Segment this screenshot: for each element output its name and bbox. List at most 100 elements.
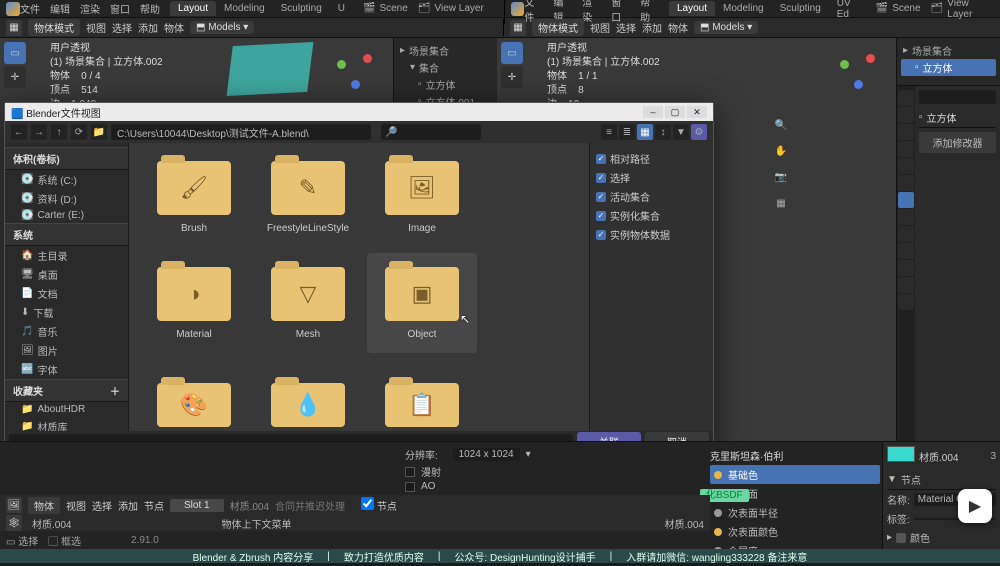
- channel-row[interactable]: 次表面半径: [710, 503, 880, 522]
- nav-up-icon[interactable]: ↑: [51, 124, 67, 140]
- prop-tab-output[interactable]: [898, 107, 914, 123]
- nav-back-icon[interactable]: ←: [11, 124, 27, 140]
- menu-edit[interactable]: 编辑: [50, 1, 70, 16]
- volume-item[interactable]: 💽 资料 (D:): [5, 189, 128, 208]
- mode-dd[interactable]: 物体: [28, 497, 60, 514]
- scene-selector[interactable]: 🎬 Scene: [363, 3, 408, 14]
- folder-object[interactable]: ▣Object: [367, 253, 477, 353]
- zoom-icon[interactable]: 🔍: [772, 116, 790, 134]
- folder-mesh[interactable]: ▽Mesh: [253, 253, 363, 353]
- prop-tab-render[interactable]: [898, 90, 914, 106]
- resolution-row[interactable]: 分辨率: 1024 x 1024 ▾: [405, 446, 555, 463]
- outliner-item-2[interactable]: ▫ 立方体: [901, 59, 996, 76]
- tab-uv[interactable]: U: [330, 1, 353, 16]
- opt-select[interactable]: ✓选择: [596, 168, 707, 187]
- viewlayer-selector[interactable]: 🗂 View Layer: [418, 3, 484, 14]
- node-section-title[interactable]: 节点: [901, 472, 921, 487]
- editor-type-icon[interactable]: 🖼: [6, 497, 22, 513]
- sidebar-section-favorites[interactable]: 收藏夹＋: [5, 379, 128, 402]
- file-search[interactable]: 🔎: [381, 124, 481, 140]
- tool-box[interactable]: ▢ 框选: [48, 533, 81, 548]
- opt-active-coll[interactable]: ✓活动集合: [596, 187, 707, 206]
- grid-icon[interactable]: ▦: [772, 194, 790, 212]
- matname[interactable]: 材质.004: [32, 516, 71, 531]
- property-search[interactable]: [919, 90, 996, 104]
- nav-fwd-icon[interactable]: →: [31, 124, 47, 140]
- path-field[interactable]: C:\Users\10044\Desktop\测试文件-A.blend\: [111, 124, 371, 140]
- context-menu-link[interactable]: 物体上下文菜单: [221, 516, 291, 531]
- editor-type-icon[interactable]: ▦: [510, 20, 526, 36]
- bake-opt[interactable]: 漫射: [405, 463, 555, 480]
- bake-opt[interactable]: AO: [405, 480, 555, 493]
- prop-tab-texture[interactable]: [898, 294, 914, 310]
- outliner-root-2[interactable]: ▸ 场景集合: [901, 42, 996, 59]
- folder-more-3[interactable]: 📋: [367, 359, 477, 431]
- hdr-select[interactable]: 选择: [112, 20, 132, 35]
- sys-item[interactable]: 🏠 主目录: [5, 246, 128, 265]
- prop-tab-physics[interactable]: [898, 226, 914, 242]
- settings-gear-icon[interactable]: ⚙: [691, 124, 707, 140]
- camera-icon[interactable]: 📷: [772, 168, 790, 186]
- menu-window[interactable]: 窗口: [110, 1, 130, 16]
- volume-item[interactable]: 💽 Carter (E:): [5, 208, 128, 223]
- fav-item[interactable]: 📁 AboutHDR: [5, 402, 128, 417]
- sys-item[interactable]: 🖼 图片: [5, 341, 128, 360]
- tool-select[interactable]: ▭ 选择: [6, 533, 38, 548]
- nav-gizmo[interactable]: [333, 48, 377, 92]
- menu-help[interactable]: 帮助: [140, 1, 160, 16]
- folder-freestyle[interactable]: ✎FreestyleLineStyle: [253, 147, 363, 247]
- prop-tab-constraint[interactable]: [898, 243, 914, 259]
- opt-inst-obj[interactable]: ✓实例物体数据: [596, 225, 707, 244]
- viewlayer-selector-2[interactable]: 🗂 View Layer: [931, 0, 994, 20]
- collection-dropdown-2[interactable]: ⬒ Models ▾: [694, 21, 758, 34]
- prop-tab-material[interactable]: [898, 277, 914, 293]
- volume-item[interactable]: 💽 系统 (C:): [5, 170, 128, 189]
- hdr-add[interactable]: 添加: [118, 498, 138, 513]
- close-button[interactable]: ✕: [687, 106, 707, 118]
- hdr-object[interactable]: 物体: [164, 20, 184, 35]
- hdr-view[interactable]: 视图: [86, 20, 106, 35]
- tab-layout[interactable]: Layout: [170, 1, 216, 16]
- hdr-node[interactable]: 节点: [144, 498, 164, 513]
- scene-selector-2[interactable]: 🎬 Scene: [876, 3, 921, 14]
- nav-gizmo-2[interactable]: [836, 48, 880, 92]
- sys-item[interactable]: ⬇ 下载: [5, 303, 128, 322]
- view-list-h-icon[interactable]: ≣: [619, 124, 635, 140]
- tab-sculpting[interactable]: Sculpting: [273, 1, 330, 16]
- hdr-select[interactable]: 选择: [92, 498, 112, 513]
- sidebar-section-system[interactable]: 系统: [5, 223, 128, 246]
- view-list-v-icon[interactable]: ≡: [601, 124, 617, 140]
- min-button[interactable]: –: [643, 106, 663, 118]
- slot-dropdown[interactable]: Slot 1: [170, 499, 224, 512]
- prop-tab-object[interactable]: [898, 175, 914, 191]
- outliner-root[interactable]: ▸ 场景集合: [398, 42, 493, 59]
- floating-action-button[interactable]: ▶: [958, 489, 992, 523]
- sys-item[interactable]: 🎵 音乐: [5, 322, 128, 341]
- opt-relpath[interactable]: ✓相对路径: [596, 149, 707, 168]
- max-button[interactable]: ▢: [665, 106, 685, 118]
- prop-tab-world[interactable]: [898, 158, 914, 174]
- menu-render[interactable]: 渲染: [80, 1, 100, 16]
- tool-select-box[interactable]: ▭: [4, 42, 26, 64]
- color-section[interactable]: 颜色: [910, 530, 930, 545]
- fav-item[interactable]: 📁 材质库: [5, 417, 128, 431]
- mode-dropdown-2[interactable]: 物体模式: [532, 19, 584, 36]
- sys-item[interactable]: 🖥 桌面: [5, 265, 128, 284]
- mat-users[interactable]: 3: [990, 451, 996, 462]
- channel-row-selected[interactable]: 基础色: [710, 465, 880, 484]
- prop-tab-particle[interactable]: [898, 209, 914, 225]
- filter-icon[interactable]: ▼: [673, 124, 689, 140]
- prop-tab-view[interactable]: [898, 124, 914, 140]
- tool-cursor[interactable]: ✛: [4, 66, 26, 88]
- file-grid[interactable]: 🖌Brush ✎FreestyleLineStyle 🖼Image ◑Mater…: [129, 143, 589, 431]
- modal-titlebar[interactable]: 🟦 Blender文件视图 – ▢ ✕: [5, 103, 713, 121]
- app-menu[interactable]: 文件 编辑 渲染 窗口 帮助: [20, 1, 160, 16]
- folder-more-1[interactable]: 🎨: [139, 359, 249, 431]
- prop-tab-data[interactable]: [898, 260, 914, 276]
- tool-cursor[interactable]: ✛: [501, 66, 523, 88]
- editor-type-icon[interactable]: ▦: [6, 20, 22, 36]
- file-sidebar[interactable]: 体积(卷标) 💽 系统 (C:) 💽 资料 (D:) 💽 Carter (E:)…: [5, 143, 129, 431]
- workspace-tabs[interactable]: Layout Modeling Sculpting U: [170, 1, 353, 16]
- material-swatch[interactable]: [887, 446, 915, 462]
- folder-material[interactable]: ◑Material: [139, 253, 249, 353]
